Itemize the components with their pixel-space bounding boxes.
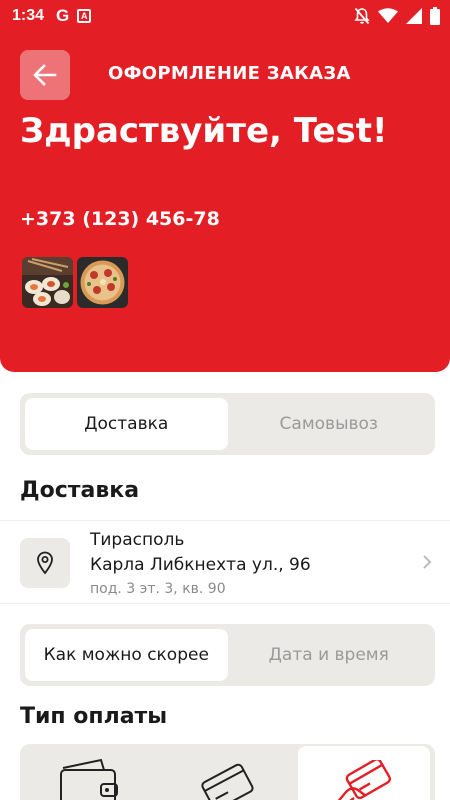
sushi-rolls-thumbnail (22, 257, 73, 308)
delivery-method-switch: Доставка Самовывоз (20, 393, 435, 455)
delivery-address-row[interactable]: Тирасполь Карла Либкнехта ул., 96 под. 3… (0, 520, 450, 604)
payment-type-title: Тип оплаты (20, 704, 168, 729)
payment-option-card[interactable] (158, 744, 296, 800)
battery-icon (430, 7, 440, 25)
signal-icon (406, 8, 422, 24)
delivery-time-switch: Как можно скорее Дата и время (20, 624, 435, 686)
card-in-hand-icon (337, 760, 392, 800)
asap-option[interactable]: Как можно скорее (25, 629, 228, 681)
arrow-left-icon (33, 64, 57, 86)
pickup-option[interactable]: Самовывоз (228, 398, 431, 450)
wifi-icon (378, 8, 398, 23)
screen-title: ОФОРМЛЕНИЕ ЗАКАЗА (108, 63, 351, 84)
address-city: Тирасполь (90, 530, 185, 550)
chevron-right-icon (423, 555, 432, 569)
wallet-icon (60, 758, 118, 800)
delivery-option[interactable]: Доставка (25, 398, 228, 450)
a-badge-icon: A (77, 9, 92, 23)
location-pin-icon (20, 538, 70, 588)
order-header: 1:34 G A ОФОРМЛЕНИЕ ЗАКАЗА Здраствуйте, … (0, 0, 450, 372)
google-g-icon: G (56, 6, 70, 25)
status-bar: 1:34 G A (0, 0, 450, 32)
user-phone: +373 (123) 456-78 (20, 208, 220, 230)
status-time: 1:34 (12, 7, 45, 24)
payment-type-options (20, 744, 435, 800)
address-street: Карла Либкнехта ул., 96 (90, 555, 311, 575)
card-icon (201, 763, 254, 800)
bell-off-icon (354, 7, 370, 25)
payment-option-card-in-hand[interactable] (298, 746, 430, 800)
pizza-thumbnail (77, 257, 128, 308)
address-details: под. 3 эт. 3, кв. 90 (90, 581, 226, 597)
date-time-option[interactable]: Дата и время (228, 629, 431, 681)
back-button[interactable] (20, 50, 70, 100)
payment-option-wallet[interactable] (20, 744, 158, 800)
delivery-section-title: Доставка (20, 478, 140, 503)
greeting-text: Здраствуйте, Test! (20, 111, 388, 151)
order-items-thumbnails (22, 257, 128, 308)
